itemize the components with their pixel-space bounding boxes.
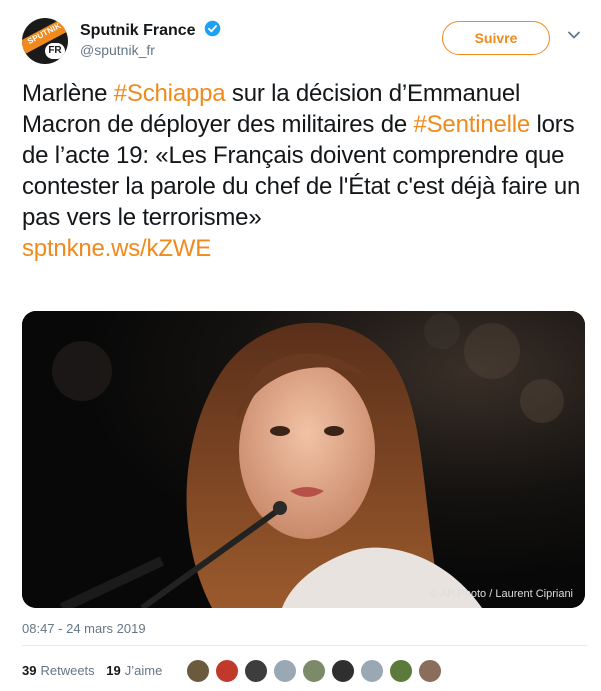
account-handle[interactable]: @sputnik_fr	[80, 42, 155, 58]
retweets-count: 39	[22, 663, 37, 678]
tweet-text: Marlène #Schiappa sur la décision d’Emma…	[22, 78, 587, 264]
article-link[interactable]: sptnkne.ws/kZWE	[22, 235, 211, 262]
photo-illustration	[22, 311, 585, 608]
liker-avatar[interactable]	[215, 659, 239, 683]
liker-avatar[interactable]	[418, 659, 442, 683]
tweet-text-part: Marlène	[22, 80, 114, 107]
retweets-label: Retweets	[40, 663, 95, 678]
hashtag-sentinelle-link[interactable]: #Sentinelle	[413, 111, 530, 138]
liker-avatar[interactable]	[360, 659, 384, 683]
account-avatar[interactable]: SPUTNIK FR	[22, 18, 68, 64]
chevron-down-icon[interactable]	[567, 28, 581, 42]
retweets-stat[interactable]: 39 Retweets	[22, 663, 95, 678]
likes-count: 19	[106, 663, 121, 678]
verified-badge-icon	[204, 20, 221, 37]
avatar-badge: FR	[45, 43, 65, 59]
tweet-photo[interactable]: © AP Photo / Laurent Cipriani	[22, 311, 585, 608]
liker-avatar[interactable]	[302, 659, 326, 683]
follow-button[interactable]: Suivre	[442, 21, 550, 55]
liker-avatar[interactable]	[186, 659, 210, 683]
liker-avatar[interactable]	[331, 659, 355, 683]
account-name-row[interactable]: Sputnik France	[80, 20, 221, 40]
likes-label: J’aime	[124, 663, 163, 678]
liker-avatar[interactable]	[389, 659, 413, 683]
account-name[interactable]: Sputnik France	[80, 22, 196, 39]
photo-credit: © AP Photo / Laurent Cipriani	[429, 588, 573, 600]
tweet-header: SPUTNIK FR Sputnik France @sputnik_fr Su…	[22, 18, 592, 64]
liker-avatar[interactable]	[273, 659, 297, 683]
tweet-stats: 39 Retweets 19 J’aime	[22, 663, 162, 678]
tweet-timestamp[interactable]: 08:47 - 24 mars 2019	[22, 621, 146, 636]
hashtag-schiappa-link[interactable]: #Schiappa	[114, 80, 226, 107]
liker-avatar[interactable]	[244, 659, 268, 683]
likes-stat[interactable]: 19 J’aime	[106, 663, 162, 678]
divider	[22, 645, 587, 646]
